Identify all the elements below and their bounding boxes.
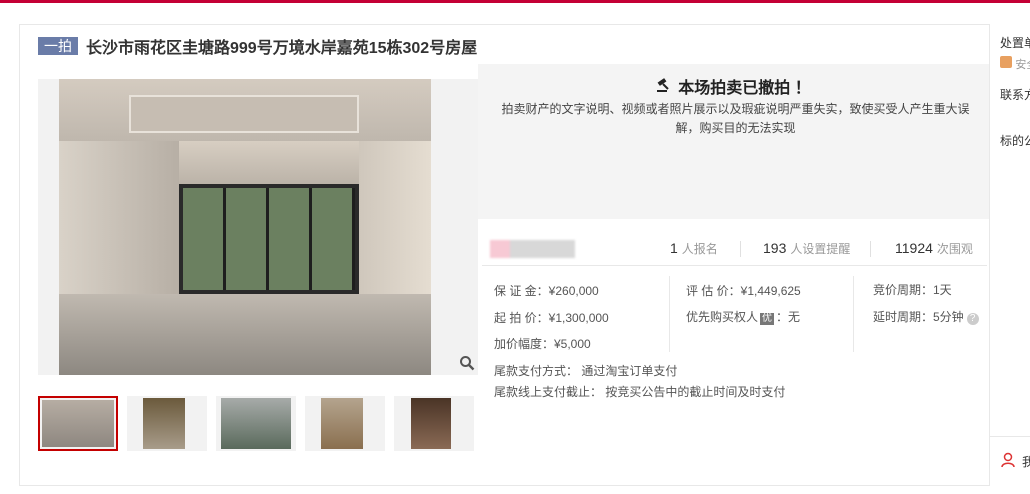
priority-buyer: 优先购买权人优：无	[686, 310, 801, 325]
top-accent-line	[0, 0, 1030, 3]
notice-label[interactable]: 标的公	[1000, 132, 1030, 149]
divider	[853, 276, 854, 352]
thumbnail-strip	[38, 396, 483, 451]
thumbnail-1[interactable]	[38, 396, 118, 451]
payment-method: 尾款支付方式： 通过淘宝订单支付	[494, 364, 678, 378]
bid-increment: 加价幅度：¥5,000	[494, 337, 591, 351]
gavel-icon	[656, 78, 672, 97]
view-stat: 11924 次围观	[895, 240, 973, 256]
reminder-stat: 193 人设置提醒	[763, 240, 851, 256]
auction-stats: 1 人报名 193 人设置提醒 11924 次围观	[490, 236, 980, 260]
divider	[482, 265, 987, 266]
payment-deadline: 尾款线上支付截止： 按竞买公告中的截止时间及时支付	[494, 385, 786, 399]
page-title: 长沙市雨花区圭塘路999号万境水岸嘉苑15栋302号房屋	[86, 40, 478, 57]
notice-title: 本场拍卖已撤拍 ！	[678, 80, 811, 97]
notice-title-row: 本场拍卖已撤拍 ！	[478, 74, 989, 98]
sidebar-label: 处置单	[1000, 36, 1030, 50]
zoom-icon[interactable]	[459, 355, 477, 373]
shield-icon	[1000, 56, 1012, 68]
security-row: 安全	[1000, 56, 1030, 72]
signup-stat: 1 人报名	[670, 240, 718, 256]
thumbnail-3[interactable]	[216, 396, 296, 451]
contact-label[interactable]: 联系方	[1000, 86, 1030, 103]
right-sidebar: 处置单 安全 联系方 标的公 我	[989, 24, 1030, 486]
thumbnail-4[interactable]	[305, 396, 385, 451]
appraisal-value: 评 估 价：¥1,449,625	[686, 284, 801, 298]
main-photo	[59, 79, 431, 375]
start-price: 起 拍 价：¥1,300,000	[494, 311, 609, 325]
sidebar-footer-label: 我	[1022, 453, 1030, 470]
auction-round-badge: 一拍	[38, 37, 78, 55]
thumbnail-2[interactable]	[127, 396, 207, 451]
withdrawn-notice: 本场拍卖已撤拍 ！ 拍卖财产的文字说明、视频或者照片展示以及瑕疵说明严重失实，致…	[478, 64, 989, 219]
notice-text: 拍卖财产的文字说明、视频或者照片展示以及瑕疵说明严重失实，致使买受人产生重大误解…	[501, 102, 970, 135]
delay-cycle: 延时周期：5分钟?	[873, 308, 979, 325]
title-row: 一拍 长沙市雨花区圭塘路999号万境水岸嘉苑15栋302号房屋	[38, 35, 477, 57]
divider	[669, 276, 670, 352]
thumbnail-5[interactable]	[394, 396, 474, 451]
bid-cycle: 竞价周期：1天	[873, 283, 952, 297]
main-photo-viewer[interactable]	[38, 79, 478, 375]
help-icon[interactable]: ?	[966, 313, 979, 325]
sidebar-footer[interactable]: 我	[990, 436, 1030, 486]
priority-tag-icon: 优	[760, 313, 775, 325]
deposit: 保 证 金：¥260,000	[494, 284, 599, 298]
person-icon	[1000, 452, 1018, 470]
blurred-price	[490, 240, 575, 258]
